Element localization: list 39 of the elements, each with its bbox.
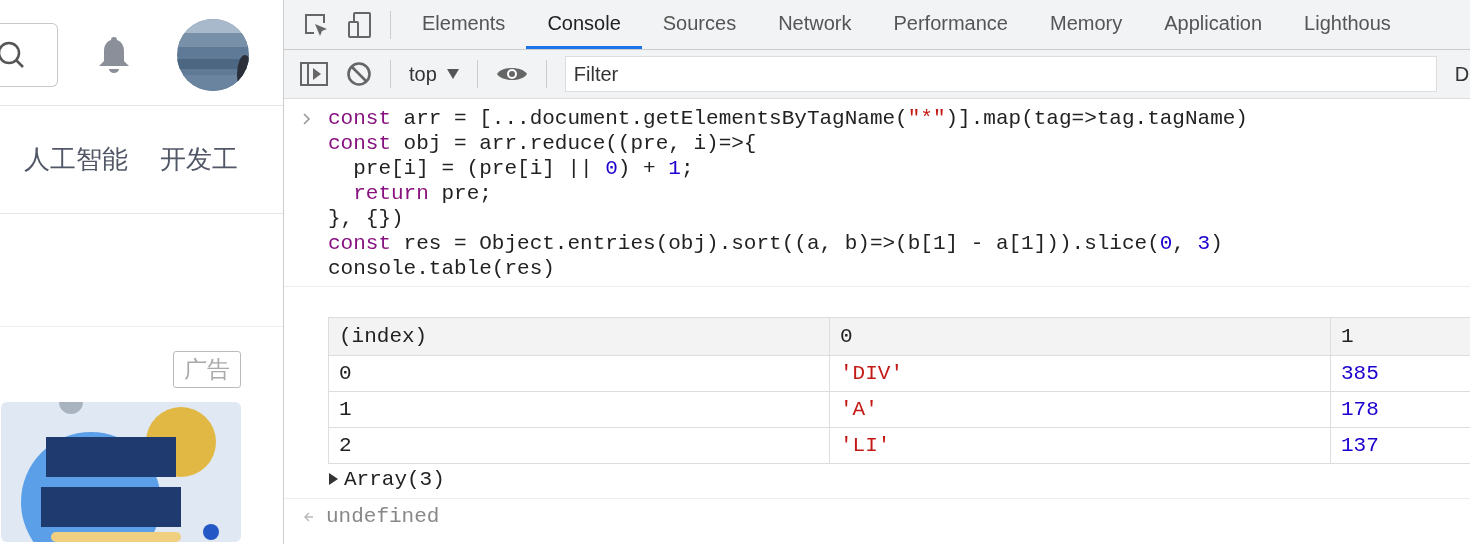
sidebar-icon[interactable] [300, 62, 328, 86]
devtools-tab[interactable]: Application [1143, 0, 1284, 49]
column-header[interactable]: 1 [1330, 317, 1470, 356]
clear-icon[interactable] [346, 61, 372, 87]
array-summary[interactable]: Array(3) [328, 464, 1470, 494]
devtools-tab[interactable]: Lighthous [1283, 0, 1412, 49]
prompt-icon [302, 112, 312, 126]
table-cell: 'LI' [829, 427, 1331, 464]
filter-field[interactable]: Filter [564, 56, 1437, 92]
code-line: pre[i] = (pre[i] || 0) + 1; [352, 156, 695, 181]
devtools-tab[interactable]: Network [757, 0, 873, 49]
caret-icon [446, 69, 459, 79]
code-line: }, {}) [328, 206, 405, 231]
levels-dropdown[interactable]: D [1454, 62, 1470, 86]
context-dropdown[interactable]: top [409, 62, 459, 86]
code-line: const obj = arr.reduce((pre, i)=>{ [328, 131, 758, 156]
table-cell: 'A' [829, 391, 1331, 428]
devtools-tab[interactable]: Memory [1029, 0, 1144, 49]
table-cell: 1 [328, 391, 830, 428]
devtools-tab[interactable]: Performance [872, 0, 1029, 49]
ad-label: 广告 [173, 351, 241, 388]
search-button[interactable] [0, 22, 58, 87]
devtools-tab[interactable]: Elements [401, 0, 527, 49]
result-arrow-icon [302, 509, 314, 524]
code-line: return pre; [352, 181, 493, 206]
column-header[interactable]: 0 [829, 317, 1331, 356]
table-cell: 'DIV' [829, 355, 1331, 392]
column-header[interactable]: (index) [328, 317, 830, 356]
result-text: undefined [326, 505, 440, 528]
nav-link[interactable]: 开发工 [160, 142, 238, 177]
code-line: const res = Object.entries(obj).sort((a, b)=>(b[1] - a[1])).slice(0, 3) [328, 231, 1224, 256]
device-icon[interactable] [346, 10, 374, 39]
nav-link[interactable]: 人工智能 [24, 142, 128, 177]
code-line: console.table(res) [328, 256, 556, 281]
expand-triangle-icon[interactable] [328, 473, 338, 485]
table-cell: 0 [328, 355, 830, 392]
table-cell: 2 [328, 427, 830, 464]
devtools-tab[interactable]: Sources [641, 0, 758, 49]
code-line: const arr = [...document.getElementsByTagName("*")].map(tag=>tag.tagName) [328, 106, 1248, 131]
